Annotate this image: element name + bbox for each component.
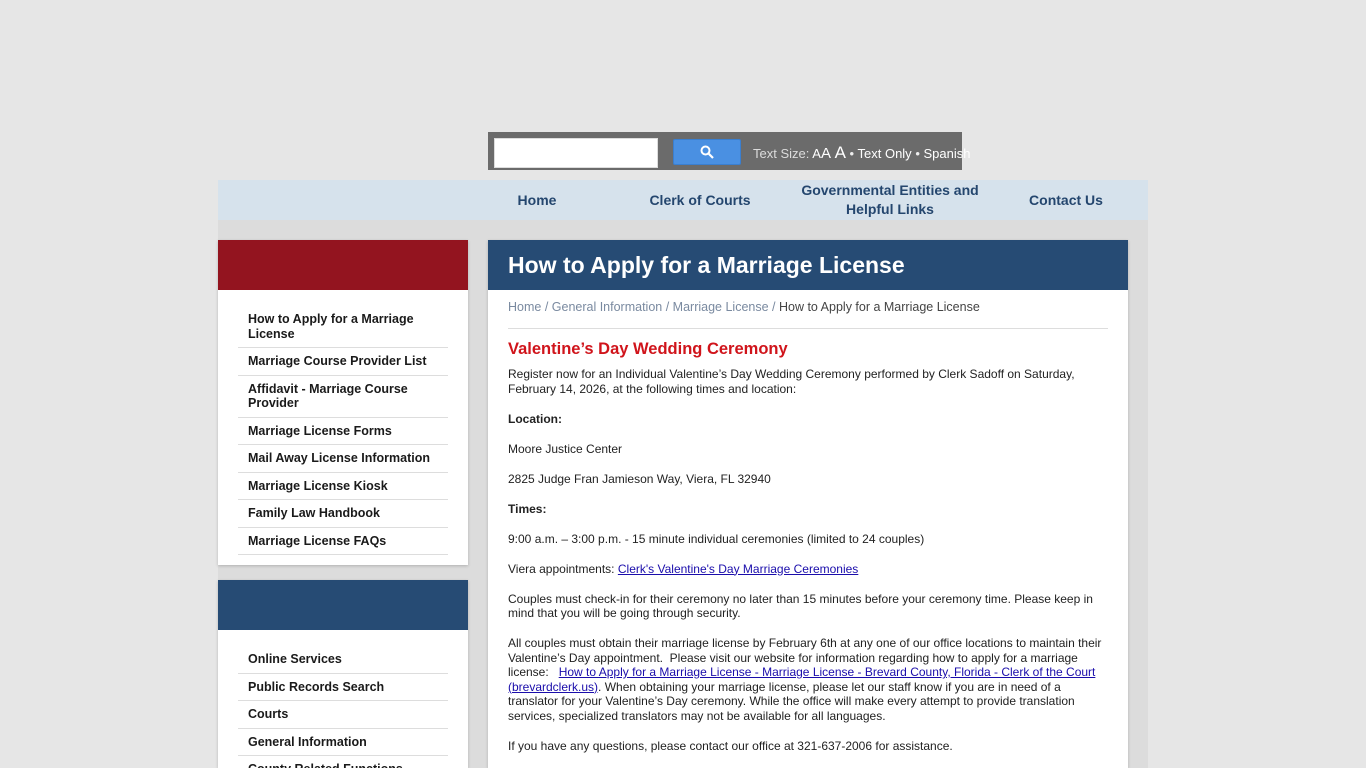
sidebar-item-affidavit[interactable]: Affidavit - Marriage Course Provider — [238, 376, 448, 418]
nav-governmental-entities[interactable]: Governmental Entities and Helpful Links — [798, 180, 982, 220]
sidebar-item-online-services[interactable]: Online Services — [238, 646, 448, 674]
sidebar-item-course-provider-list[interactable]: Marriage Course Provider List — [238, 348, 448, 376]
text-tools: Text Size: AA A • Text Only • Spanish — [753, 143, 970, 163]
location-address: 2825 Judge Fran Jamieson Way, Viera, FL … — [508, 471, 771, 486]
checkin-paragraph: Couples must check-in for their ceremony… — [508, 591, 1093, 621]
text-only-link[interactable]: Text Only — [858, 146, 912, 161]
main-nav: Home Clerk of Courts Governmental Entiti… — [218, 180, 1148, 220]
sidebar-item-faqs[interactable]: Marriage License FAQs — [238, 528, 448, 555]
breadcrumb-general-information[interactable]: General Information — [552, 300, 662, 314]
times-value: 9:00 a.m. – 3:00 p.m. - 15 minute indivi… — [508, 531, 925, 546]
bullet-separator: • — [915, 146, 920, 161]
sidebar-header-red — [218, 240, 468, 290]
breadcrumb-separator: / — [768, 300, 779, 314]
location-label: Location: — [508, 411, 562, 426]
bullet-separator: • — [849, 146, 855, 161]
utility-bar: Text Size: AA A • Text Only • Spanish — [488, 132, 970, 170]
content-body: Home / General Information / Marriage Li… — [488, 290, 1128, 753]
intro-paragraph: Register now for an Individual Valentine… — [508, 367, 1075, 396]
search-button[interactable] — [673, 139, 741, 165]
sidebar-list: How to Apply for a Marriage License Marr… — [218, 290, 468, 555]
sidebar-item-license-forms[interactable]: Marriage License Forms — [238, 418, 448, 445]
text-size-medium[interactable]: A — [821, 145, 831, 162]
main-content: How to Apply for a Marriage License Home… — [488, 240, 1128, 768]
breadcrumb-separator: / — [541, 300, 552, 314]
section-heading: Valentine’s Day Wedding Ceremony — [508, 339, 788, 358]
appointments-paragraph: Viera appointments: Clerk's Valentine's … — [508, 562, 1108, 577]
breadcrumb-current: How to Apply for a Marriage License — [778, 300, 980, 314]
times-label: Times: — [508, 501, 547, 516]
location-name: Moore Justice Center — [508, 441, 623, 456]
text-size-label: Text Size: — [753, 146, 810, 161]
text-size-small[interactable]: A — [812, 146, 821, 161]
breadcrumb-marriage-license[interactable]: Marriage License — [673, 300, 769, 314]
nav-clerk-of-courts[interactable]: Clerk of Courts — [638, 180, 762, 220]
sidebar-header-blue — [218, 580, 468, 630]
text-size-large[interactable]: A — [835, 143, 846, 162]
sidebar-item-kiosk[interactable]: Marriage License Kiosk — [238, 473, 448, 500]
questions-paragraph: If you have any questions, please contac… — [508, 738, 953, 753]
search-input[interactable] — [494, 138, 658, 168]
breadcrumb-home[interactable]: Home — [508, 300, 541, 314]
spanish-link[interactable]: Spanish — [924, 146, 971, 161]
appointments-link[interactable]: Clerk's Valentine's Day Marriage Ceremon… — [618, 562, 858, 576]
nav-contact-us[interactable]: Contact Us — [1018, 180, 1114, 220]
sidebar-item-county-functions[interactable]: County Related Functions — [238, 756, 448, 768]
nav-home[interactable]: Home — [488, 180, 586, 220]
sidebar-section-marriage: How to Apply for a Marriage License Marr… — [218, 240, 468, 565]
sidebar-section-services: Online Services Public Records Search Co… — [218, 580, 468, 768]
obtain-paragraph: All couples must obtain their marriage l… — [508, 636, 1108, 723]
appointments-label: Viera appointments: — [508, 561, 618, 576]
sidebar-item-how-to-apply[interactable]: How to Apply for a Marriage License — [238, 306, 448, 348]
sidebar-item-family-law-handbook[interactable]: Family Law Handbook — [238, 500, 448, 528]
sidebar-list: Online Services Public Records Search Co… — [218, 630, 468, 768]
sidebar-item-public-records[interactable]: Public Records Search — [238, 674, 448, 701]
sidebar-item-general-information[interactable]: General Information — [238, 729, 448, 756]
breadcrumb: Home / General Information / Marriage Li… — [508, 300, 1108, 329]
sidebar-item-mail-away[interactable]: Mail Away License Information — [238, 445, 448, 473]
page-title: How to Apply for a Marriage License — [488, 240, 1128, 290]
search-icon — [700, 145, 714, 159]
sidebar-item-courts[interactable]: Courts — [238, 701, 448, 729]
breadcrumb-separator: / — [662, 300, 673, 314]
